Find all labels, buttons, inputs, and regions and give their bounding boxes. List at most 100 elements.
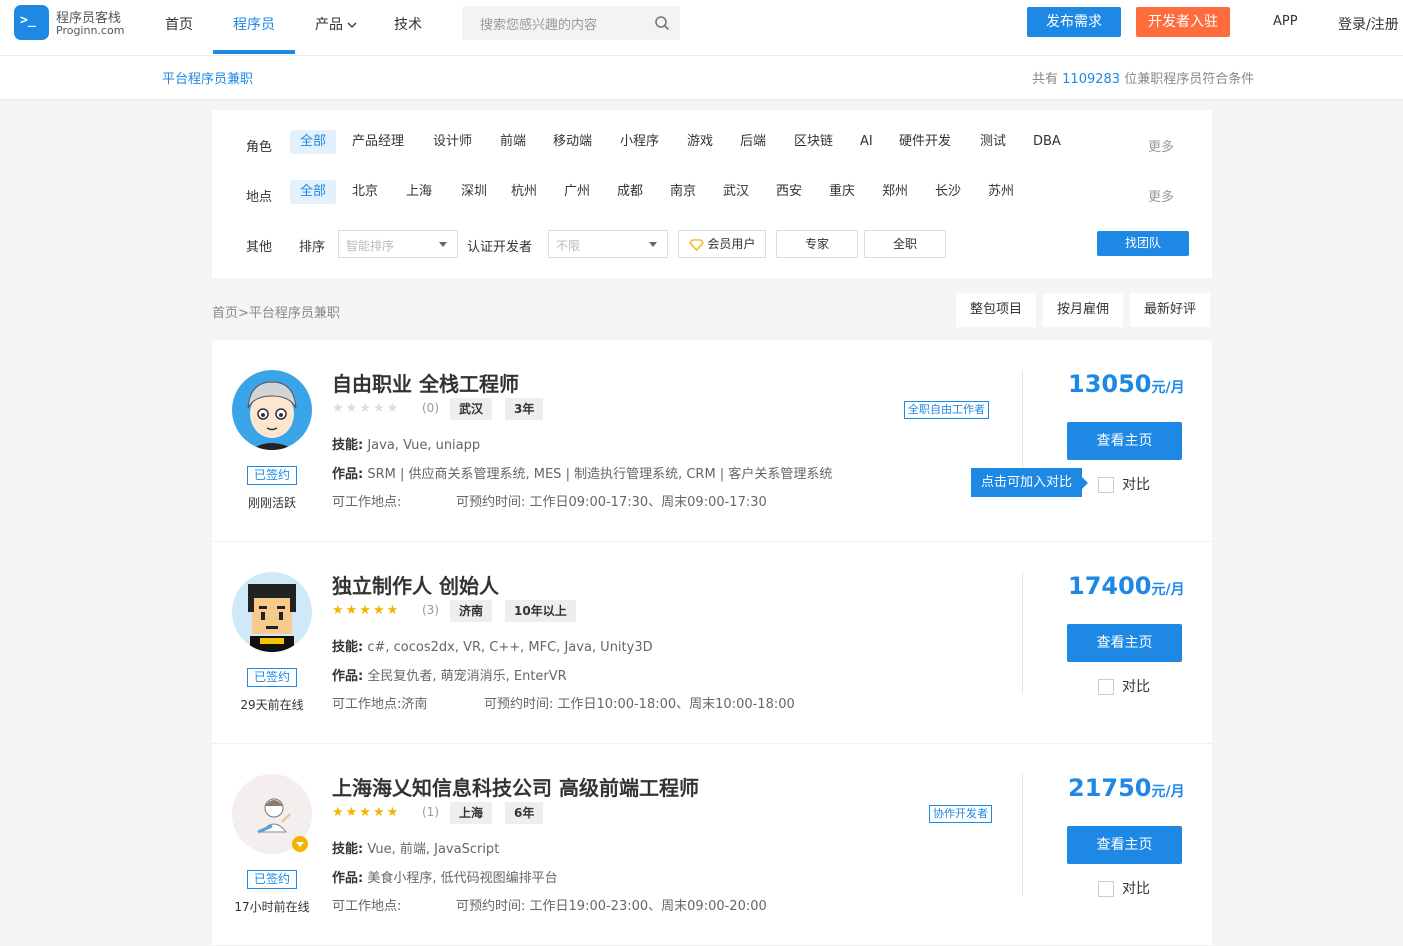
role-option[interactable]: DBA (1023, 130, 1071, 154)
view-profile-button[interactable]: 查看主页 (1067, 422, 1182, 460)
app-link[interactable]: APP (1273, 14, 1298, 29)
location-option[interactable]: 广州 (554, 180, 600, 204)
compare-checkbox[interactable]: 对比 (1098, 474, 1150, 494)
fulltime-toggle[interactable]: 全职 (864, 230, 946, 258)
compare-label: 对比 (1122, 881, 1150, 897)
price: 13050元/月 (1068, 370, 1185, 398)
developer-name[interactable]: 上海海乂知信息科技公司 高级前端工程师 (332, 772, 699, 801)
price-unit: 元/月 (1151, 784, 1185, 800)
location-label: 可工作地点: (332, 697, 402, 712)
nav-tech[interactable]: 技术 (394, 14, 422, 34)
sort-tab-monthly[interactable]: 按月雇佣 (1043, 293, 1123, 327)
time-value: 工作日09:00-17:30、周末09:00-17:30 (529, 495, 767, 510)
nav-products[interactable]: 产品 (315, 14, 357, 34)
certified-select[interactable]: 不限 (548, 230, 668, 258)
location-option[interactable]: 长沙 (925, 180, 971, 204)
works-label: 作品: (332, 871, 364, 886)
sort-label: 排序 (299, 240, 326, 255)
role-option[interactable]: 产品经理 (342, 130, 414, 154)
member-user-label: 会员用户 (707, 237, 756, 251)
developer-join-button[interactable]: 开发者入驻 (1136, 7, 1230, 37)
view-profile-button[interactable]: 查看主页 (1067, 826, 1182, 864)
avatar[interactable] (232, 370, 312, 450)
publish-demand-button[interactable]: 发布需求 (1027, 7, 1121, 37)
nav-programmers[interactable]: 程序员 (233, 14, 275, 34)
logo-text-en[interactable]: Proginn.com (56, 24, 124, 37)
location-option[interactable]: 全部 (290, 180, 337, 204)
location-more-link[interactable]: 更多 (1148, 186, 1174, 205)
role-more-link[interactable]: 更多 (1148, 136, 1174, 155)
role-option[interactable]: 游戏 (677, 130, 723, 154)
member-user-toggle[interactable]: 会员用户 (678, 230, 766, 258)
search-box[interactable]: 搜索您感兴趣的内容 (462, 6, 680, 40)
compare-tooltip[interactable]: 点击可加入对比 (971, 468, 1082, 497)
activity-status: 29天前在线 (240, 698, 304, 712)
role-option[interactable]: 后端 (730, 130, 776, 154)
avatar[interactable] (232, 572, 312, 652)
role-option[interactable]: 硬件开发 (889, 130, 961, 154)
location-option[interactable]: 武汉 (713, 180, 759, 204)
sort-tab-reviews[interactable]: 最新好评 (1130, 293, 1210, 327)
role-option[interactable]: 移动端 (543, 130, 602, 154)
location-option[interactable]: 深圳 (451, 180, 497, 204)
city-tag: 武汉 (450, 398, 493, 420)
developer-name[interactable]: 自由职业 全栈工程师 (332, 368, 519, 397)
login-register-link[interactable]: 登录/注册 (1338, 14, 1399, 34)
location-option[interactable]: 成都 (607, 180, 653, 204)
find-team-button[interactable]: 找团队 (1097, 231, 1189, 256)
developer-card: 已签约 刚刚活跃 自由职业 全栈工程师 ★★★★★ (0) 武汉 3年 全职自由… (212, 340, 1212, 542)
location-option[interactable]: 杭州 (501, 180, 547, 204)
signed-badge: 已签约 (247, 870, 297, 889)
role-option[interactable]: 设计师 (423, 130, 482, 154)
divider (1022, 774, 1023, 896)
role-option[interactable]: 区块链 (784, 130, 843, 154)
location-label: 可工作地点: (332, 899, 402, 914)
location-value: 济南 (401, 697, 428, 712)
location-option[interactable]: 北京 (342, 180, 388, 204)
rating-stars: ★★★★★ (332, 805, 401, 820)
view-profile-button[interactable]: 查看主页 (1067, 624, 1182, 662)
role-option[interactable]: 小程序 (610, 130, 669, 154)
result-count-number: 1109283 (1062, 72, 1121, 87)
city-tag: 上海 (450, 802, 493, 824)
checkbox-box[interactable] (1098, 881, 1114, 897)
role-option[interactable]: AI (850, 130, 883, 154)
skills-value: Vue, 前端, JavaScript (367, 842, 500, 857)
search-input[interactable]: 搜索您感兴趣的内容 (480, 14, 597, 33)
compare-checkbox[interactable]: 对比 (1098, 878, 1150, 898)
collaborator-badge: 协作开发者 (929, 805, 992, 823)
price: 21750元/月 (1068, 774, 1185, 802)
time-label: 可预约时间: (456, 495, 526, 510)
sort-tab-package[interactable]: 整包项目 (956, 293, 1036, 327)
location-option[interactable]: 重庆 (819, 180, 865, 204)
role-option[interactable]: 测试 (970, 130, 1016, 154)
price-unit: 元/月 (1151, 582, 1185, 598)
role-option[interactable]: 全部 (290, 130, 337, 154)
diamond-icon (292, 836, 308, 852)
location-option[interactable]: 上海 (396, 180, 442, 204)
location-row: 可工作地点:济南 (332, 693, 427, 712)
nav-home[interactable]: 首页 (165, 14, 193, 34)
role-option[interactable]: 前端 (490, 130, 536, 154)
skills-value: c#, cocos2dx, VR, C++, MFC, Java, Unity3… (367, 640, 653, 655)
location-option[interactable]: 郑州 (872, 180, 918, 204)
logo-icon[interactable]: >_ (14, 5, 49, 40)
time-row: 可预约时间: 工作日09:00-17:30、周末09:00-17:30 (456, 491, 767, 510)
location-option[interactable]: 苏州 (978, 180, 1024, 204)
result-count: 共有 1109283 位兼职程序员符合条件 (1032, 68, 1254, 87)
compare-checkbox[interactable]: 对比 (1098, 676, 1150, 696)
developer-name[interactable]: 独立制作人 创始人 (332, 570, 499, 599)
search-icon[interactable] (654, 15, 670, 31)
location-option[interactable]: 西安 (766, 180, 812, 204)
breadcrumb[interactable]: 首页>平台程序员兼职 (212, 302, 340, 321)
diamond-icon (688, 238, 704, 251)
section-title[interactable]: 平台程序员兼职 (162, 68, 253, 87)
checkbox-box[interactable] (1098, 477, 1114, 493)
sort-select[interactable]: 智能排序 (338, 230, 458, 258)
expert-toggle[interactable]: 专家 (776, 230, 858, 258)
price-unit: 元/月 (1151, 380, 1185, 396)
compare-label: 对比 (1122, 477, 1150, 493)
sub-header: 平台程序员兼职 共有 1109283 位兼职程序员符合条件 (0, 56, 1403, 100)
location-option[interactable]: 南京 (660, 180, 706, 204)
checkbox-box[interactable] (1098, 679, 1114, 695)
